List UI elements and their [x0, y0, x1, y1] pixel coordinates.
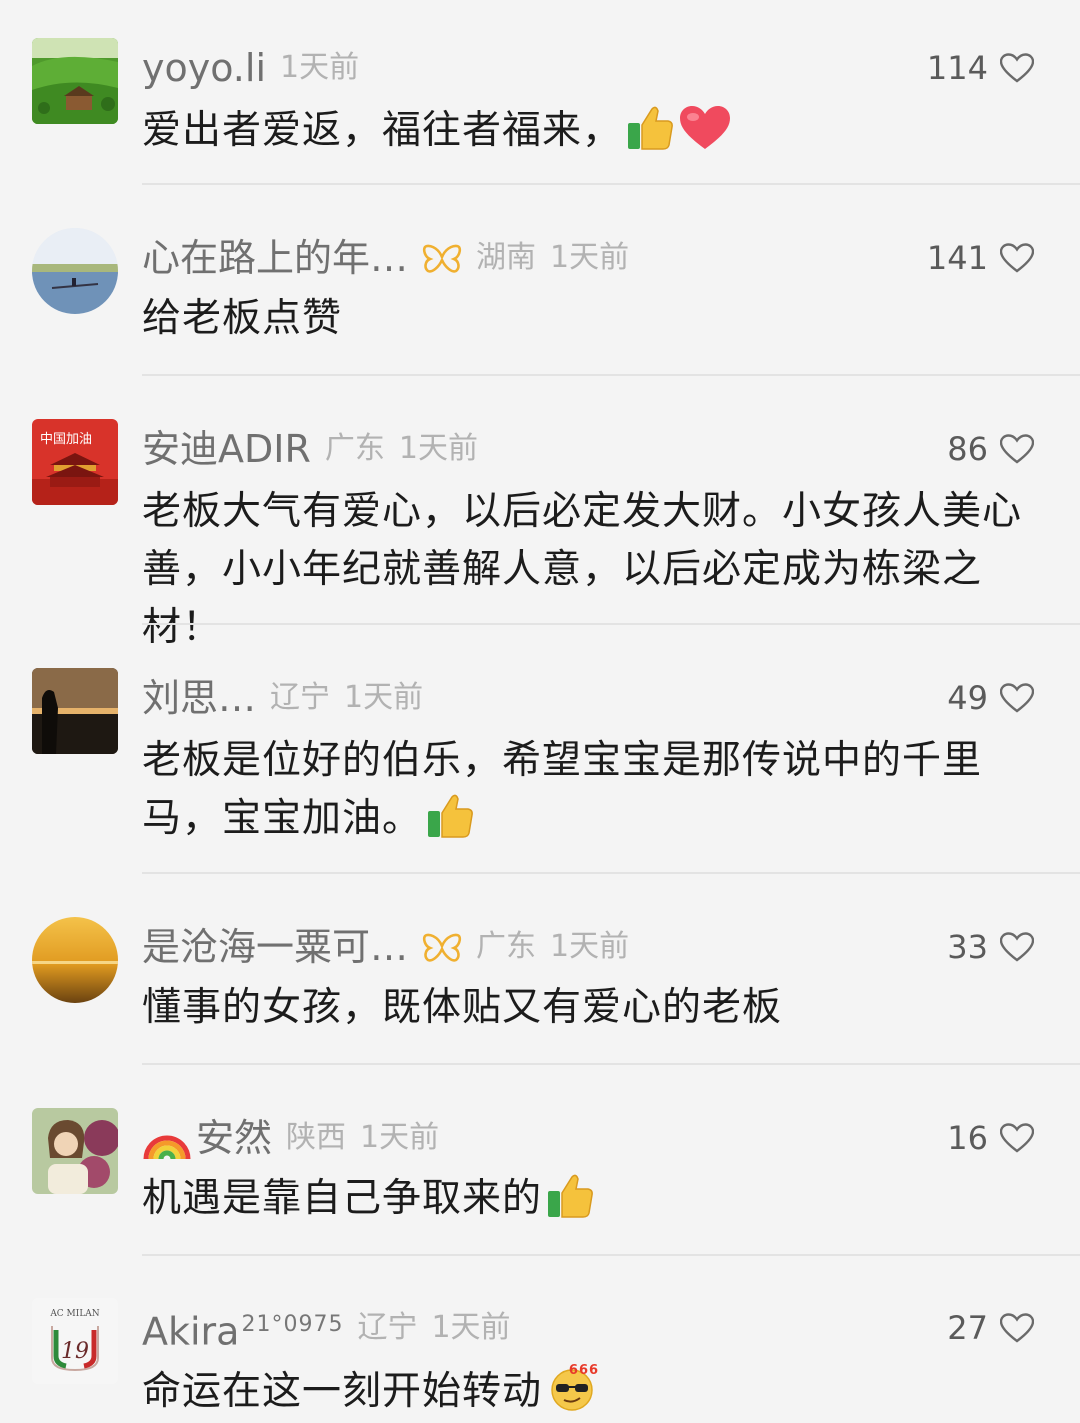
comment-text-content: 爱出者爱返，福往者福来， — [142, 108, 623, 153]
like-area[interactable]: 49 — [947, 670, 1034, 726]
avatar[interactable] — [32, 668, 118, 754]
username[interactable]: 刘思… — [142, 670, 256, 726]
avatar[interactable]: 中国加油 — [32, 419, 118, 505]
comment-list: yoyo.li 1天前 114 爱出者爱返，福往者福来， 心在路上的年… 湖南 … — [0, 0, 1080, 1423]
svg-text:19: 19 — [61, 1339, 89, 1364]
like-count: 33 — [947, 928, 988, 966]
comment-header: 心在路上的年… 湖南 1天前 — [142, 230, 629, 286]
thumbs-up-emoji — [546, 1173, 594, 1219]
heart-outline-icon[interactable] — [1000, 683, 1034, 713]
thumbs-up-emoji — [426, 793, 474, 839]
comment-header: yoyo.li 1天前 — [142, 40, 359, 96]
divider — [142, 374, 1080, 376]
location: 陕西 — [286, 1120, 347, 1155]
divider — [142, 183, 1080, 185]
avatar[interactable]: AC MILAN 19 — [32, 1298, 118, 1384]
location: 广东 — [476, 929, 537, 964]
heart-outline-icon[interactable] — [1000, 1123, 1034, 1153]
username[interactable]: 安然 — [196, 1110, 272, 1166]
comment-text-content: 命运在这一刻开始转动 — [142, 1369, 543, 1414]
username[interactable]: yoyo.li — [142, 40, 266, 96]
heart-outline-icon[interactable] — [1000, 243, 1034, 273]
comment-text: 懂事的女孩，既体贴又有爱心的老板 — [142, 979, 1047, 1037]
avatar-badge-text: 中国加油 — [40, 432, 92, 447]
like-area[interactable]: 86 — [947, 421, 1034, 477]
like-area[interactable]: 33 — [947, 919, 1034, 975]
comment-text: 机遇是靠自己争取来的 — [142, 1170, 1047, 1228]
divider — [142, 623, 1080, 625]
avatar[interactable] — [32, 1108, 118, 1194]
comment-header: Akira21°0975 辽宁 1天前 — [142, 1300, 511, 1356]
like-count: 27 — [947, 1309, 988, 1347]
avatar-badge-text: AC MILAN — [49, 1309, 99, 1319]
username[interactable]: 心在路上的年… — [142, 230, 408, 286]
like-count: 86 — [947, 430, 988, 468]
timestamp: 1天前 — [550, 929, 630, 964]
avatar[interactable] — [32, 228, 118, 314]
666-sunglasses-emoji: 666 — [546, 1360, 600, 1412]
comment-text-content: 懂事的女孩，既体贴又有爱心的老板 — [142, 985, 783, 1030]
thumbs-up-emoji — [626, 105, 674, 151]
comment-header: 是沧海一粟可… 广东 1天前 — [142, 919, 629, 975]
heart-outline-icon[interactable] — [1000, 53, 1034, 83]
divider — [142, 1254, 1080, 1256]
timestamp: 1天前 — [431, 1310, 511, 1345]
like-count: 49 — [947, 679, 988, 717]
comment-text: 爱出者爱返，福往者福来， — [142, 102, 1047, 160]
like-area[interactable]: 16 — [947, 1110, 1034, 1166]
divider — [142, 1063, 1080, 1065]
like-area[interactable]: 27 — [947, 1300, 1034, 1356]
location: 辽宁 — [270, 680, 331, 715]
username-superscript: 21°0975 — [241, 1311, 344, 1337]
avatar[interactable] — [32, 917, 118, 1003]
username[interactable]: 是沧海一粟可… — [142, 919, 408, 975]
svg-text:666: 666 — [569, 1363, 599, 1378]
avatar[interactable] — [32, 38, 118, 124]
heart-outline-icon[interactable] — [1000, 932, 1034, 962]
red-heart-emoji — [678, 105, 732, 151]
like-count: 114 — [926, 49, 988, 87]
like-count: 141 — [926, 239, 988, 277]
like-area[interactable]: 114 — [927, 40, 1034, 96]
username[interactable]: Akira21°0975 — [142, 1297, 343, 1360]
heart-outline-icon[interactable] — [1000, 434, 1034, 464]
butterfly-badge-icon — [422, 243, 462, 273]
comment-text-content: 给老板点赞 — [142, 296, 343, 341]
comment-text-content: 机遇是靠自己争取来的 — [142, 1176, 543, 1221]
comment-text: 老板大气有爱心，以后必定发大财。小女孩人美心善，小小年纪就善解人意，以后必定成为… — [142, 483, 1047, 657]
like-count: 16 — [947, 1119, 988, 1157]
comment-header: 刘思… 辽宁 1天前 — [142, 670, 423, 726]
location: 辽宁 — [357, 1310, 418, 1345]
like-area[interactable]: 141 — [927, 230, 1034, 286]
comment-header: 安然 陕西 1天前 — [142, 1110, 439, 1166]
divider — [142, 872, 1080, 874]
timestamp: 1天前 — [344, 680, 424, 715]
comment-text: 老板是位好的伯乐，希望宝宝是那传说中的千里马，宝宝加油。 — [142, 732, 1047, 848]
username[interactable]: 安迪ADIR — [142, 421, 311, 477]
comment-text: 命运在这一刻开始转动 666 — [142, 1360, 1047, 1421]
rainbow-emoji — [142, 1115, 192, 1161]
comment-text-content: 老板大气有爱心，以后必定发大财。小女孩人美心善，小小年纪就善解人意，以后必定成为… — [142, 489, 1023, 650]
location: 湖南 — [476, 240, 537, 275]
timestamp: 1天前 — [398, 431, 478, 466]
heart-outline-icon[interactable] — [1000, 1313, 1034, 1343]
timestamp: 1天前 — [360, 1120, 440, 1155]
location: 广东 — [324, 431, 385, 466]
comment-text: 给老板点赞 — [142, 290, 1047, 348]
timestamp: 1天前 — [550, 240, 630, 275]
butterfly-badge-icon — [422, 932, 462, 962]
username-text: Akira — [142, 1309, 240, 1354]
timestamp: 1天前 — [280, 50, 360, 85]
comment-text-content: 老板是位好的伯乐，希望宝宝是那传说中的千里马，宝宝加油。 — [142, 738, 983, 841]
comment-header: 安迪ADIR 广东 1天前 — [142, 421, 478, 477]
